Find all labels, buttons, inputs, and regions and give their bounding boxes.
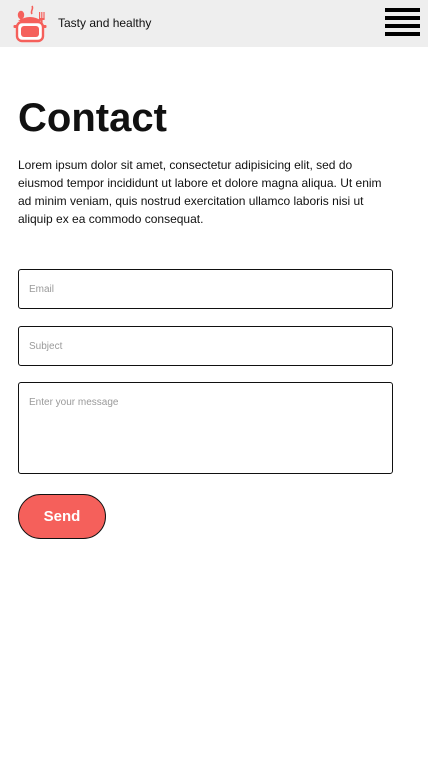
message-field[interactable] xyxy=(18,382,393,474)
site-header: Tasty and healthy xyxy=(0,0,428,47)
cooking-pot-logo-icon[interactable] xyxy=(12,4,48,44)
menu-bar xyxy=(385,32,420,36)
menu-bar xyxy=(385,8,420,12)
intro-text: Lorem ipsum dolor sit amet, consectetur … xyxy=(18,158,382,226)
hamburger-menu-icon[interactable] xyxy=(384,6,420,40)
send-button[interactable]: Send xyxy=(18,494,106,539)
subject-field[interactable] xyxy=(18,326,393,366)
menu-bar xyxy=(385,16,420,20)
page-title: Contact xyxy=(18,96,167,140)
email-field[interactable] xyxy=(18,269,393,309)
brand-name[interactable]: Tasty and healthy xyxy=(58,16,151,31)
menu-bar xyxy=(385,24,420,28)
